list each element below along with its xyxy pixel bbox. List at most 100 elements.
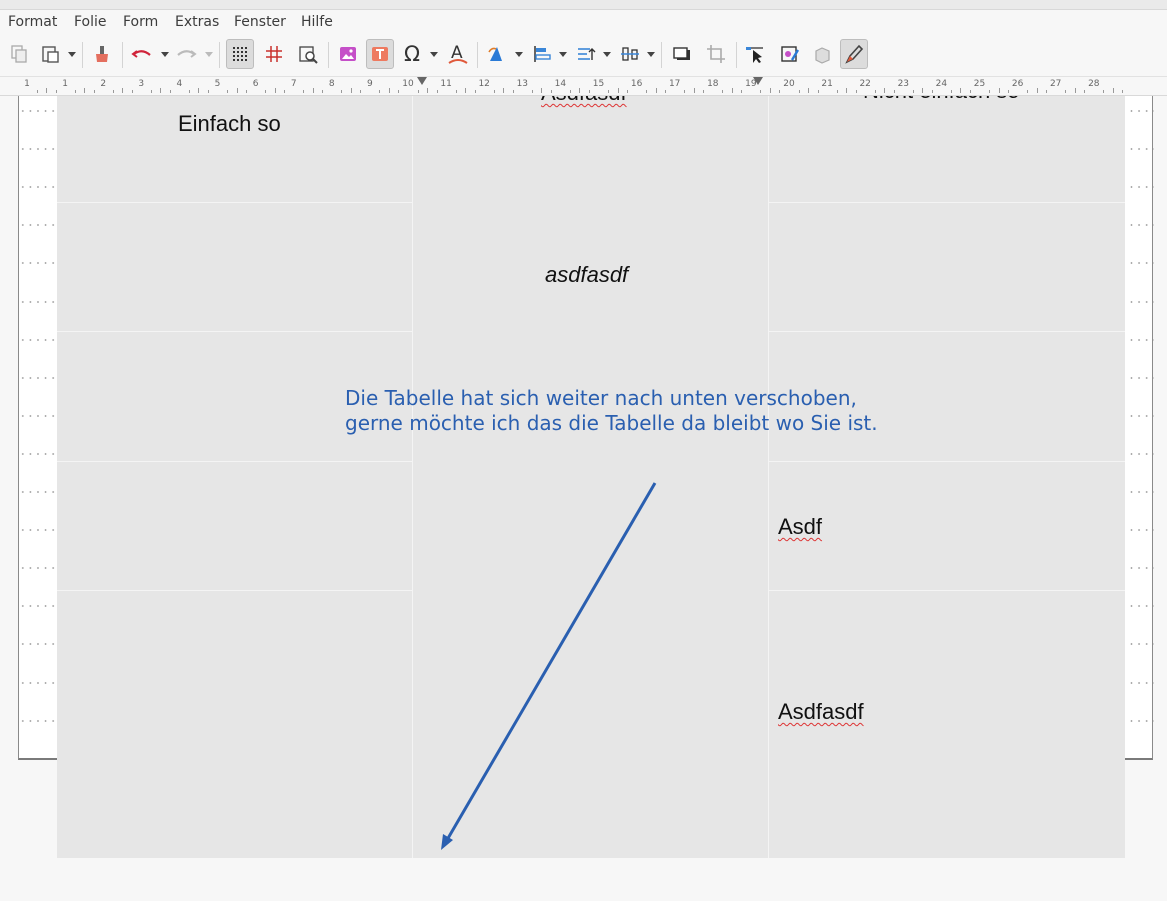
menu-hilfe[interactable]: Hilfe (301, 14, 333, 30)
menu-form[interactable]: Form (123, 14, 158, 30)
toolbar-separator (82, 42, 83, 68)
ruler-label: 11 (440, 79, 452, 89)
ruler-tick (188, 90, 190, 93)
undo-dropdown-chevron-icon[interactable] (161, 52, 169, 57)
ruler-tick (1036, 88, 1038, 93)
shadow-button[interactable] (668, 39, 696, 69)
ruler-column-marker-left[interactable] (417, 77, 427, 85)
toggle-extrusion-button[interactable] (776, 39, 804, 69)
ruler-label: 7 (290, 79, 297, 89)
snap-lines-button[interactable] (260, 39, 288, 69)
ruler-tick (284, 90, 286, 93)
menu-extras[interactable]: Extras (175, 14, 219, 30)
ruler-tick (465, 88, 467, 93)
paste-button[interactable] (36, 39, 64, 69)
zoom-pan-button[interactable] (294, 39, 322, 69)
ruler-tick (379, 90, 381, 93)
ruler-label: 2 (100, 79, 107, 89)
ruler-tick (1122, 90, 1124, 93)
3d-object-button[interactable] (808, 39, 836, 69)
special-character-button[interactable]: Ω (398, 39, 426, 69)
ruler-tick (474, 90, 476, 93)
ruler-tick (884, 88, 886, 93)
horizontal-ruler[interactable]: 1 1 2 3 4 5 6 7 8 9 10 11 12 13 14 15 16 17 18 19 20 21 22 23 24… (0, 77, 1167, 96)
points-button[interactable] (741, 39, 769, 69)
ruler-label: 4 (176, 79, 183, 89)
redo-dropdown-chevron-icon[interactable] (205, 52, 213, 57)
ruler-tick (265, 90, 267, 93)
ruler-tick (274, 88, 276, 93)
slide-edit-area: Einfach so Asdfasdf Nicht einfach so asd… (0, 96, 1167, 901)
align-dropdown-chevron-icon[interactable] (559, 52, 567, 57)
ruler-label: 6 (252, 79, 259, 89)
toolbar-separator (328, 42, 329, 68)
ruler-label: 21 (821, 79, 833, 89)
arrange-dropdown-chevron-icon[interactable] (603, 52, 611, 57)
annotation-arrow[interactable] (0, 96, 1167, 901)
ruler-label: 28 (1088, 79, 1100, 89)
crop-button[interactable] (702, 39, 730, 69)
ruler-label: 26 (1011, 79, 1024, 89)
ruler-tick (836, 90, 838, 93)
ruler-label: 1 (62, 79, 68, 89)
ruler-tick (693, 88, 695, 93)
zoom-pan-icon (299, 46, 318, 64)
clone-formatting-button[interactable] (88, 39, 116, 69)
show-draw-functions-icon (845, 44, 864, 64)
3d-object-icon (815, 47, 830, 64)
arrange-icon (578, 48, 596, 60)
ruler-tick (665, 90, 667, 93)
ruler-tick (1112, 88, 1114, 93)
grid-icon (233, 47, 247, 61)
special-character-icon: Ω (403, 42, 421, 66)
undo-icon (131, 50, 151, 58)
copy-icon (11, 45, 27, 63)
ruler-label: 25 (973, 79, 986, 89)
transformations-button[interactable] (482, 39, 510, 69)
redo-button[interactable] (172, 39, 200, 69)
arrange-button[interactable] (572, 39, 600, 69)
undo-button[interactable] (128, 39, 156, 69)
paste-dropdown-chevron-icon[interactable] (68, 52, 76, 57)
ruler-tick (322, 90, 324, 93)
menu-folie[interactable]: Folie (74, 14, 107, 30)
ruler-tick (798, 90, 800, 93)
toolbar-separator (477, 42, 478, 68)
insert-image-button[interactable] (334, 39, 362, 69)
ruler-tick (112, 90, 114, 93)
align-objects-button[interactable] (528, 39, 556, 69)
copy-button[interactable] (5, 39, 33, 69)
ruler-tick (503, 88, 505, 93)
ruler-tick (912, 90, 914, 93)
toggle-extrusion-icon (781, 46, 800, 62)
distribute-dropdown-chevron-icon[interactable] (647, 52, 655, 57)
distribute-button[interactable] (616, 39, 644, 69)
ruler-tick (312, 88, 314, 93)
ruler-tick (46, 88, 48, 93)
ruler-label: 17 (668, 79, 681, 89)
transformations-dropdown-chevron-icon[interactable] (515, 52, 523, 57)
display-grid-button[interactable] (226, 39, 254, 69)
insert-textbox-button[interactable] (366, 39, 394, 69)
ruler-column-marker-right[interactable] (753, 77, 763, 85)
ruler-tick (1046, 90, 1048, 93)
ruler-label: 18 (707, 79, 719, 89)
ruler-tick (360, 90, 362, 93)
ruler-tick (779, 90, 781, 93)
show-draw-functions-button[interactable] (840, 39, 868, 69)
ruler-label: 15 (592, 79, 605, 89)
window-title-strip (0, 0, 1167, 10)
menu-fenster[interactable]: Fenster (234, 14, 286, 30)
ruler-label: 8 (328, 79, 335, 89)
ruler-tick (1084, 90, 1086, 93)
menu-format[interactable]: Format (8, 14, 57, 30)
special-character-dropdown-chevron-icon[interactable] (430, 52, 438, 57)
standard-toolbar: Ω A (0, 34, 1167, 77)
ruler-tick (627, 90, 629, 93)
shadow-icon (673, 47, 690, 60)
ruler-tick (950, 90, 952, 93)
fontwork-button[interactable]: A (444, 39, 472, 69)
menu-bar: Format Folie Form Extras Fenster Hilfe (0, 10, 1167, 34)
ruler-tick (722, 90, 724, 93)
ruler-tick (846, 88, 848, 93)
